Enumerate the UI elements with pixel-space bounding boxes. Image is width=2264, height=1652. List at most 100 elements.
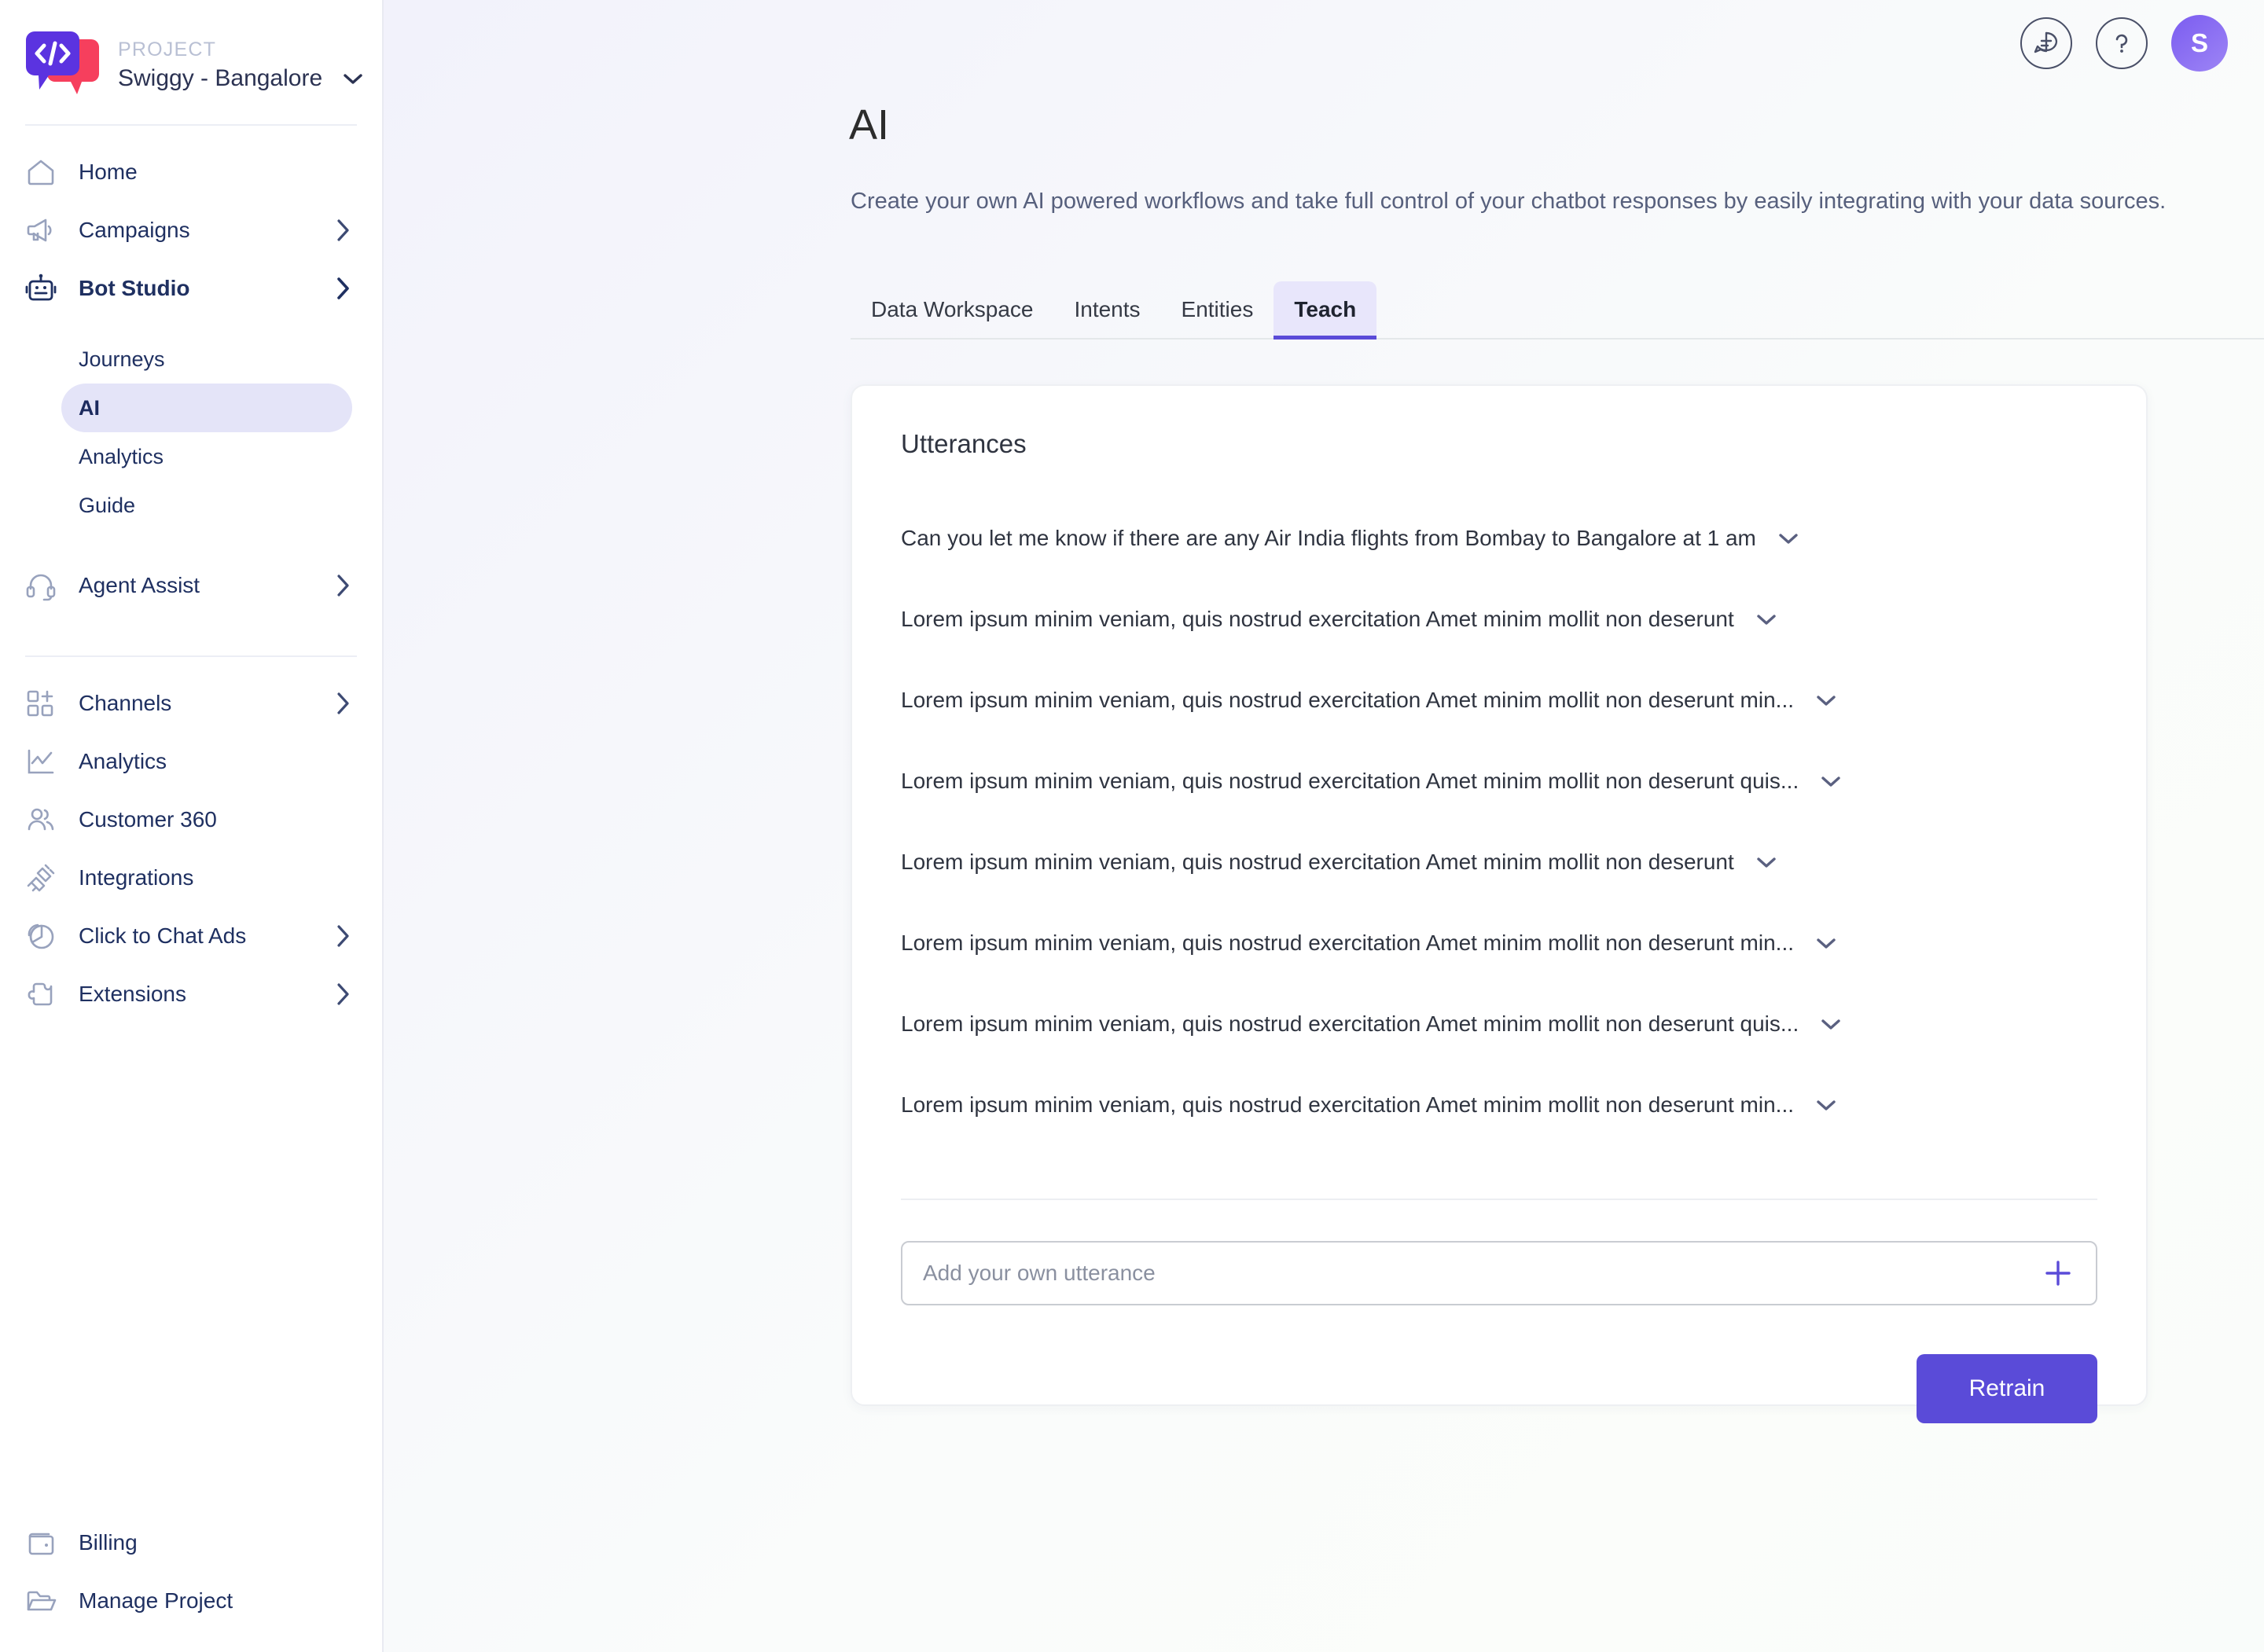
project-kicker: PROJECT (118, 39, 217, 61)
chevron-down-icon[interactable] (1819, 1016, 1843, 1032)
chevron-right-icon[interactable] (335, 691, 351, 716)
primary-nav: Home Campaigns Bot Studio Journeys AI An… (0, 143, 382, 1023)
sidebar-item-label: Manage Project (79, 1588, 233, 1613)
sidebar-item-customer-360[interactable]: Customer 360 (0, 791, 382, 849)
utterance-text: Lorem ipsum minim veniam, quis nostrud e… (901, 687, 1794, 712)
sidebar-item-label: Agent Assist (79, 573, 200, 597)
utterances-card: Utterances Can you let me know if there … (851, 384, 2148, 1423)
code-chat-bubble-logo (25, 28, 101, 101)
sidebar-item-analytics[interactable]: Analytics (0, 732, 382, 791)
sidebar-item-home[interactable]: Home (0, 143, 382, 201)
subnav-label: Analytics (79, 444, 164, 468)
utterance-row[interactable]: Lorem ipsum minim veniam, quis nostrud e… (901, 821, 2097, 902)
avatar[interactable]: S (2171, 15, 2228, 72)
sidebar-item-label: Channels (79, 691, 172, 715)
sidebar-item-label: Bot Studio (79, 276, 190, 300)
sidebar-item-manage-project[interactable]: Manage Project (0, 1572, 382, 1630)
sidebar-item-label: Campaigns (79, 218, 190, 242)
tab-entities[interactable]: Entities (1161, 281, 1274, 338)
chevron-down-icon[interactable] (1755, 854, 1778, 870)
people-icon (25, 804, 57, 835)
subnav-label: Guide (79, 493, 136, 517)
chevron-right-icon[interactable] (335, 923, 351, 949)
sidebar-item-agent-assist[interactable]: Agent Assist (0, 556, 382, 615)
home-icon (25, 156, 57, 188)
utterance-row[interactable]: Can you let me know if there are any Air… (901, 497, 2097, 578)
utterances-title: Utterances (901, 429, 1027, 458)
add-utterance-field[interactable] (901, 1241, 2097, 1305)
wallet-icon (25, 1527, 57, 1558)
utterance-text: Lorem ipsum minim veniam, quis nostrud e… (901, 606, 1734, 631)
utterance-row[interactable]: Lorem ipsum minim veniam, quis nostrud e… (901, 578, 2097, 659)
sidebar-item-campaigns[interactable]: Campaigns (0, 201, 382, 259)
bot-studio-subnav: Journeys AI Analytics Guide (0, 335, 382, 530)
chevron-down-icon[interactable] (1814, 935, 1838, 951)
line-chart-icon (25, 746, 57, 777)
headset-icon (25, 570, 57, 601)
utterance-text: Lorem ipsum minim veniam, quis nostrud e… (901, 849, 1734, 874)
chevron-down-icon[interactable] (1814, 692, 1838, 708)
sidebar-item-journeys[interactable]: Journeys (61, 335, 352, 384)
tab-teach[interactable]: Teach (1274, 281, 1377, 340)
puzzle-piece-icon (25, 978, 57, 1010)
utterance-row[interactable]: Lorem ipsum minim veniam, quis nostrud e… (901, 659, 2097, 740)
tab-bar: Data Workspace Intents Entities Teach (851, 281, 2264, 340)
sidebar-item-guide[interactable]: Guide (61, 481, 352, 530)
topbar: S (2020, 0, 2264, 86)
chevron-down-icon[interactable] (1755, 611, 1778, 627)
robot-icon (25, 273, 57, 304)
app-root: PROJECT Swiggy - Bangalore Home Campaign… (0, 0, 2264, 1652)
card-divider (901, 1199, 2097, 1200)
utterance-text: Lorem ipsum minim veniam, quis nostrud e… (901, 1011, 1799, 1036)
utterance-row[interactable]: Lorem ipsum minim veniam, quis nostrud e… (901, 983, 2097, 1064)
chevron-down-icon[interactable] (343, 72, 363, 85)
sidebar-item-integrations[interactable]: Integrations (0, 849, 382, 907)
sidebar: PROJECT Swiggy - Bangalore Home Campaign… (0, 0, 384, 1652)
sidebar-item-billing[interactable]: Billing (0, 1514, 382, 1572)
sidebar-item-label: Extensions (79, 982, 186, 1006)
chevron-right-icon[interactable] (335, 276, 351, 301)
sidebar-item-label: Customer 360 (79, 807, 217, 832)
chevron-right-icon[interactable] (335, 218, 351, 243)
chevron-right-icon[interactable] (335, 982, 351, 1007)
utterance-row[interactable]: Lorem ipsum minim veniam, quis nostrud e… (901, 1064, 2097, 1145)
add-utterance-input[interactable] (923, 1261, 2041, 1286)
utterance-row[interactable]: Lorem ipsum minim veniam, quis nostrud e… (901, 902, 2097, 983)
retrain-button[interactable]: Retrain (1917, 1354, 2097, 1423)
sidebar-item-label: Analytics (79, 749, 167, 773)
question-mark-icon[interactable] (2096, 17, 2148, 69)
plus-icon[interactable] (2041, 1256, 2075, 1290)
megaphone-icon (25, 215, 57, 246)
sidebar-item-channels[interactable]: Channels (0, 674, 382, 732)
utterance-text: Lorem ipsum minim veniam, quis nostrud e… (901, 930, 1794, 955)
sidebar-item-extensions[interactable]: Extensions (0, 965, 382, 1023)
sidebar-item-ai[interactable]: AI (61, 384, 352, 432)
sidebar-item-label: Integrations (79, 865, 194, 890)
sidebar-bottom-nav: Billing Manage Project (0, 1514, 382, 1652)
page-title: AI (849, 101, 890, 149)
chevron-right-icon[interactable] (335, 573, 351, 598)
sidebar-item-label: Home (79, 160, 138, 184)
utterance-row[interactable]: Lorem ipsum minim veniam, quis nostrud e… (901, 740, 2097, 821)
tab-data-workspace[interactable]: Data Workspace (851, 281, 1053, 338)
utterance-text: Lorem ipsum minim veniam, quis nostrud e… (901, 768, 1799, 793)
subnav-label: AI (79, 395, 100, 420)
chevron-down-icon[interactable] (1819, 773, 1843, 789)
sidebar-item-analytics-bot[interactable]: Analytics (61, 432, 352, 481)
sidebar-item-bot-studio[interactable]: Bot Studio (0, 259, 382, 318)
sidebar-item-click-to-chat-ads[interactable]: Click to Chat Ads (0, 907, 382, 965)
tab-intents[interactable]: Intents (1053, 281, 1160, 338)
chat-bubble-icon[interactable] (2020, 17, 2072, 69)
chevron-down-icon[interactable] (1814, 1097, 1838, 1113)
subnav-label: Journeys (79, 347, 165, 371)
project-switcher[interactable]: PROJECT Swiggy - Bangalore (0, 0, 382, 101)
page-description: Create your own AI powered workflows and… (851, 189, 2167, 214)
pie-chart-icon (25, 920, 57, 952)
utterance-text: Can you let me know if there are any Air… (901, 525, 1756, 550)
chevron-down-icon[interactable] (1777, 530, 1800, 546)
main-content: S AI Create your own AI powered workflow… (384, 0, 2264, 1652)
